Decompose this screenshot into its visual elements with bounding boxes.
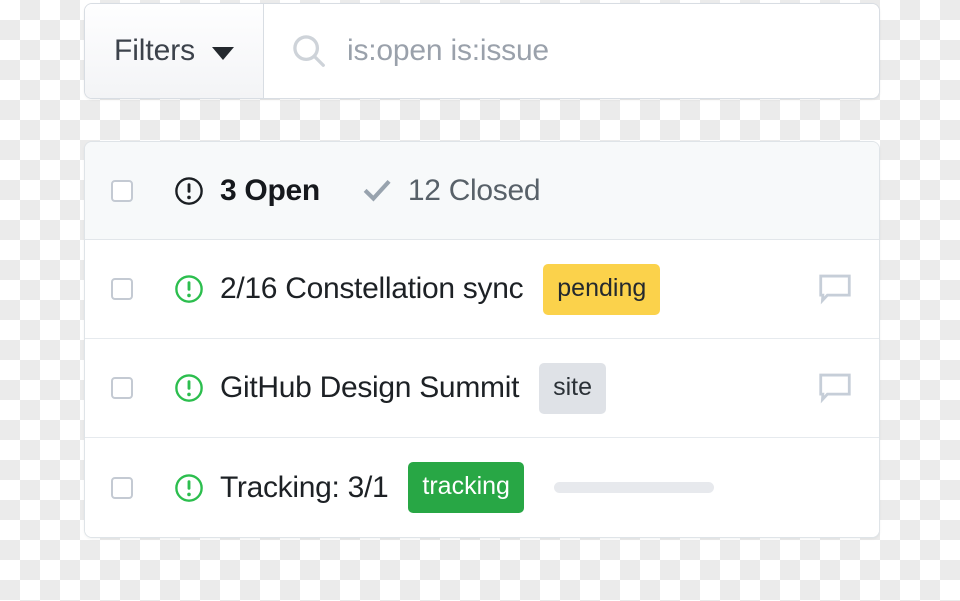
open-count-label[interactable]: 3 Open xyxy=(220,174,320,208)
issue-opened-icon xyxy=(175,176,203,205)
check-icon xyxy=(363,179,391,201)
issue-label[interactable]: tracking xyxy=(408,462,524,513)
closed-count-label[interactable]: 12 Closed xyxy=(408,174,541,208)
issue-label[interactable]: pending xyxy=(543,263,661,315)
filters-button-label: Filters xyxy=(114,34,195,67)
search-icon xyxy=(293,35,325,67)
screenshot-stage: Filters is:open is:issue 3 Open 12 Close… xyxy=(0,0,960,601)
search-input-value[interactable]: is:open is:issue xyxy=(347,34,549,68)
issue-list-card: 3 Open 12 Closed 2/16 Constellation sync… xyxy=(84,141,880,538)
issue-label[interactable]: site xyxy=(539,362,607,414)
select-all-checkbox[interactable] xyxy=(111,179,133,202)
issue-checkbox[interactable] xyxy=(111,377,133,399)
comment-icon[interactable] xyxy=(817,273,853,305)
issue-checkbox[interactable] xyxy=(111,476,133,499)
issue-row[interactable]: GitHub Design Summit site xyxy=(85,339,879,438)
issue-title[interactable]: Tracking: 3/1 xyxy=(220,471,389,505)
issue-row[interactable]: Tracking: 3/1 tracking xyxy=(85,438,879,537)
issue-checkbox[interactable] xyxy=(111,278,133,300)
issue-title[interactable]: GitHub Design Summit xyxy=(220,371,519,405)
filters-button[interactable]: Filters xyxy=(85,4,264,98)
chevron-down-icon xyxy=(211,47,234,60)
issue-row[interactable]: 2/16 Constellation sync pending xyxy=(85,240,879,339)
loading-placeholder-bar xyxy=(553,482,714,493)
issue-title[interactable]: 2/16 Constellation sync xyxy=(220,272,524,306)
issue-opened-icon xyxy=(175,473,203,502)
issue-opened-icon xyxy=(175,275,203,303)
search-field[interactable]: is:open is:issue xyxy=(264,4,879,98)
issue-list-header: 3 Open 12 Closed xyxy=(85,142,879,240)
comment-icon[interactable] xyxy=(817,372,853,404)
issue-opened-icon xyxy=(175,374,203,402)
search-toolbar: Filters is:open is:issue xyxy=(84,3,880,99)
